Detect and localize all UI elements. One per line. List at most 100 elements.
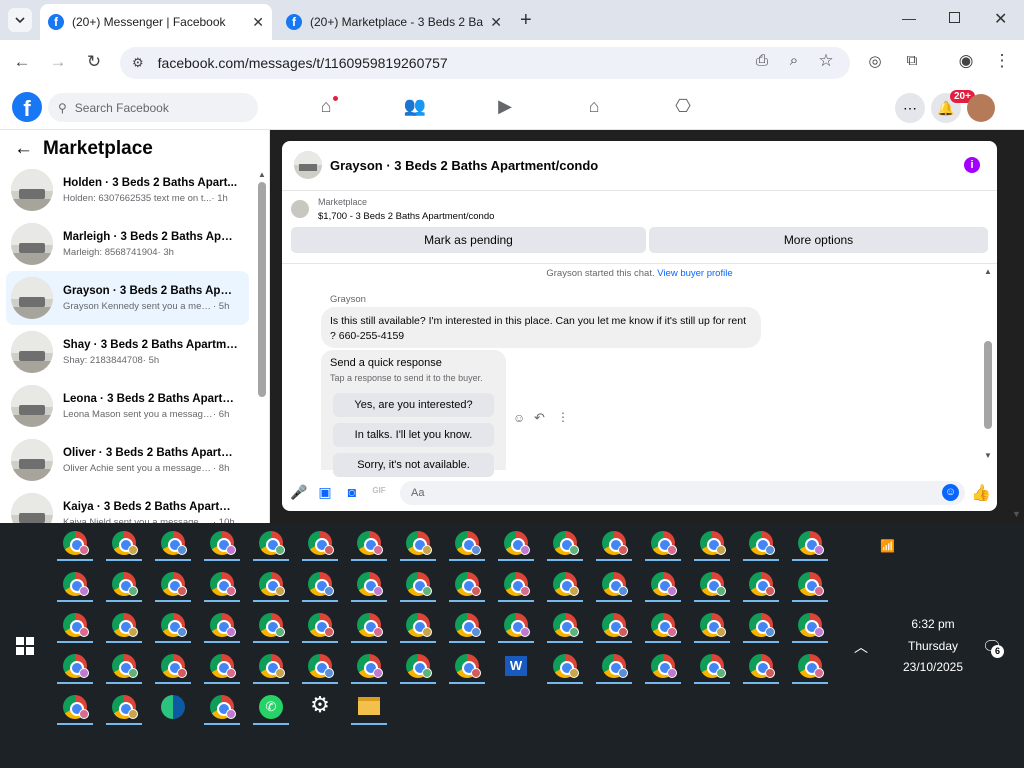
chrome-icon[interactable]	[545, 609, 585, 643]
gaming-icon[interactable]: ⎔	[671, 96, 695, 120]
sidebar-scrollbar[interactable]	[258, 182, 266, 397]
chrome-icon[interactable]	[251, 609, 291, 643]
microphone-icon[interactable]: 🎤	[290, 484, 307, 500]
conversation-item[interactable]: Marleigh · 3 Beds 2 Baths Apart... Marlei…	[6, 217, 249, 271]
page-scroll-down-arrow-icon[interactable]: ▼	[1012, 509, 1021, 519]
reply-icon[interactable]: ↶	[534, 410, 545, 426]
chrome-icon[interactable]	[692, 650, 732, 684]
chrome-icon[interactable]	[496, 568, 536, 602]
chrome-icon[interactable]	[349, 609, 389, 643]
translate-icon[interactable]: ◎	[863, 52, 887, 70]
chrome-icon[interactable]	[398, 568, 438, 602]
chrome-icon[interactable]	[545, 650, 585, 684]
mark-as-pending-button[interactable]: Mark as pending	[291, 227, 646, 253]
chrome-icon[interactable]	[741, 609, 781, 643]
scroll-up-arrow-icon[interactable]: ▲	[984, 267, 992, 276]
site-settings-icon[interactable]: ⚙	[132, 55, 144, 71]
profile-icon[interactable]: ◉	[954, 51, 978, 71]
conversation-item[interactable]: Leona · 3 Beds 2 Baths Apartme... Leona M…	[6, 379, 249, 433]
reload-button[interactable]: ↻	[82, 52, 106, 72]
chat-scrollbar[interactable]	[984, 341, 992, 429]
gif-icon[interactable]: GIF	[371, 486, 387, 502]
chrome-icon[interactable]	[447, 650, 487, 684]
install-app-icon[interactable]: ⎙	[750, 52, 774, 69]
forward-button[interactable]: →	[46, 52, 70, 72]
chrome-icon[interactable]	[55, 527, 95, 561]
chrome-icon[interactable]	[104, 691, 144, 725]
chrome-icon[interactable]	[104, 609, 144, 643]
chrome-icon[interactable]	[202, 568, 242, 602]
chrome-icon[interactable]	[398, 650, 438, 684]
chrome-icon[interactable]	[55, 568, 95, 602]
edge-icon[interactable]	[153, 691, 193, 725]
chrome-icon[interactable]	[545, 568, 585, 602]
message-input[interactable]: Aa ☺	[400, 481, 965, 505]
account-avatar[interactable]	[967, 94, 995, 122]
chrome-icon[interactable]	[741, 568, 781, 602]
more-options-button[interactable]: More options	[649, 227, 988, 253]
chrome-icon[interactable]	[349, 527, 389, 561]
chrome-icon[interactable]	[594, 527, 634, 561]
file-explorer-icon[interactable]	[349, 691, 389, 725]
tab-search-button[interactable]	[8, 8, 32, 32]
quick-response-yes-button[interactable]: Yes, are you interested?	[333, 393, 494, 417]
scroll-down-arrow-icon[interactable]: ▼	[984, 451, 992, 460]
bookmark-star-icon[interactable]: ☆	[814, 51, 838, 71]
image-icon[interactable]: ▣	[317, 484, 333, 500]
marketplace-icon[interactable]: ⌂	[582, 96, 606, 120]
conversation-item[interactable]: Grayson · 3 Beds 2 Baths Apart... Grayson…	[6, 271, 249, 325]
zoom-icon[interactable]: ⌕	[782, 52, 806, 69]
chat-title[interactable]: Grayson · 3 Beds 2 Baths Apartment/condo	[330, 158, 598, 173]
conversation-item[interactable]: Holden · 3 Beds 2 Baths Apart... Holden: …	[6, 163, 249, 217]
close-tab-icon[interactable]: ✕	[252, 14, 264, 31]
chrome-icon[interactable]	[104, 527, 144, 561]
friends-icon[interactable]: 👥	[403, 96, 427, 120]
chrome-icon[interactable]	[741, 650, 781, 684]
tab-marketplace[interactable]: f (20+) Marketplace - 3 Beds 2 Ba ✕	[278, 4, 510, 40]
chrome-icon[interactable]	[104, 650, 144, 684]
listing-thumbnail[interactable]	[291, 200, 309, 218]
chrome-icon[interactable]	[398, 527, 438, 561]
chrome-icon[interactable]	[300, 568, 340, 602]
quick-response-not-available-button[interactable]: Sorry, it's not available.	[333, 453, 494, 477]
omnibox[interactable]: ⚙ facebook.com/messages/t/11609598192607…	[120, 47, 850, 79]
chrome-icon[interactable]	[349, 568, 389, 602]
chrome-icon[interactable]	[496, 609, 536, 643]
view-buyer-profile-link[interactable]: View buyer profile	[657, 268, 732, 279]
chrome-icon[interactable]	[300, 527, 340, 561]
new-tab-button[interactable]: +	[520, 9, 532, 32]
chrome-icon[interactable]	[692, 527, 732, 561]
chrome-icon[interactable]	[643, 568, 683, 602]
extensions-icon[interactable]: ⧉	[900, 52, 924, 69]
chrome-icon[interactable]	[643, 650, 683, 684]
chrome-icon[interactable]	[153, 527, 193, 561]
chrome-icon[interactable]	[545, 527, 585, 561]
scroll-up-arrow-icon[interactable]: ▲	[258, 170, 266, 179]
chrome-icon[interactable]	[153, 650, 193, 684]
chrome-icon[interactable]	[349, 650, 389, 684]
chrome-icon[interactable]	[447, 609, 487, 643]
chrome-icon[interactable]	[790, 527, 830, 561]
chrome-icon[interactable]	[741, 527, 781, 561]
chrome-icon[interactable]	[55, 650, 95, 684]
chrome-icon[interactable]	[398, 609, 438, 643]
chrome-icon[interactable]	[447, 527, 487, 561]
info-icon[interactable]: i	[964, 157, 980, 173]
chat-avatar[interactable]	[294, 151, 322, 179]
chrome-icon[interactable]	[55, 691, 95, 725]
thumbs-up-icon[interactable]: 👍	[971, 483, 991, 502]
conversation-item[interactable]: Oliver · 3 Beds 2 Baths Apartme... Oliver…	[6, 433, 249, 487]
show-hidden-icons-chevron-icon[interactable]: ︿	[854, 637, 868, 657]
minimize-button[interactable]: —	[902, 10, 916, 26]
clock-date[interactable]: 23/10/2025	[888, 660, 978, 674]
whatsapp-icon[interactable]: ✆	[251, 691, 291, 725]
chrome-icon[interactable]	[790, 609, 830, 643]
tab-messenger[interactable]: f (20+) Messenger | Facebook ✕	[40, 4, 272, 40]
settings-gear-icon[interactable]: ⚙	[300, 691, 340, 725]
chrome-icon[interactable]	[202, 691, 242, 725]
close-tab-icon[interactable]: ✕	[490, 14, 502, 31]
chrome-icon[interactable]	[692, 568, 732, 602]
chrome-icon[interactable]	[202, 609, 242, 643]
chrome-icon[interactable]	[300, 650, 340, 684]
react-icon[interactable]: ☺	[513, 411, 525, 425]
